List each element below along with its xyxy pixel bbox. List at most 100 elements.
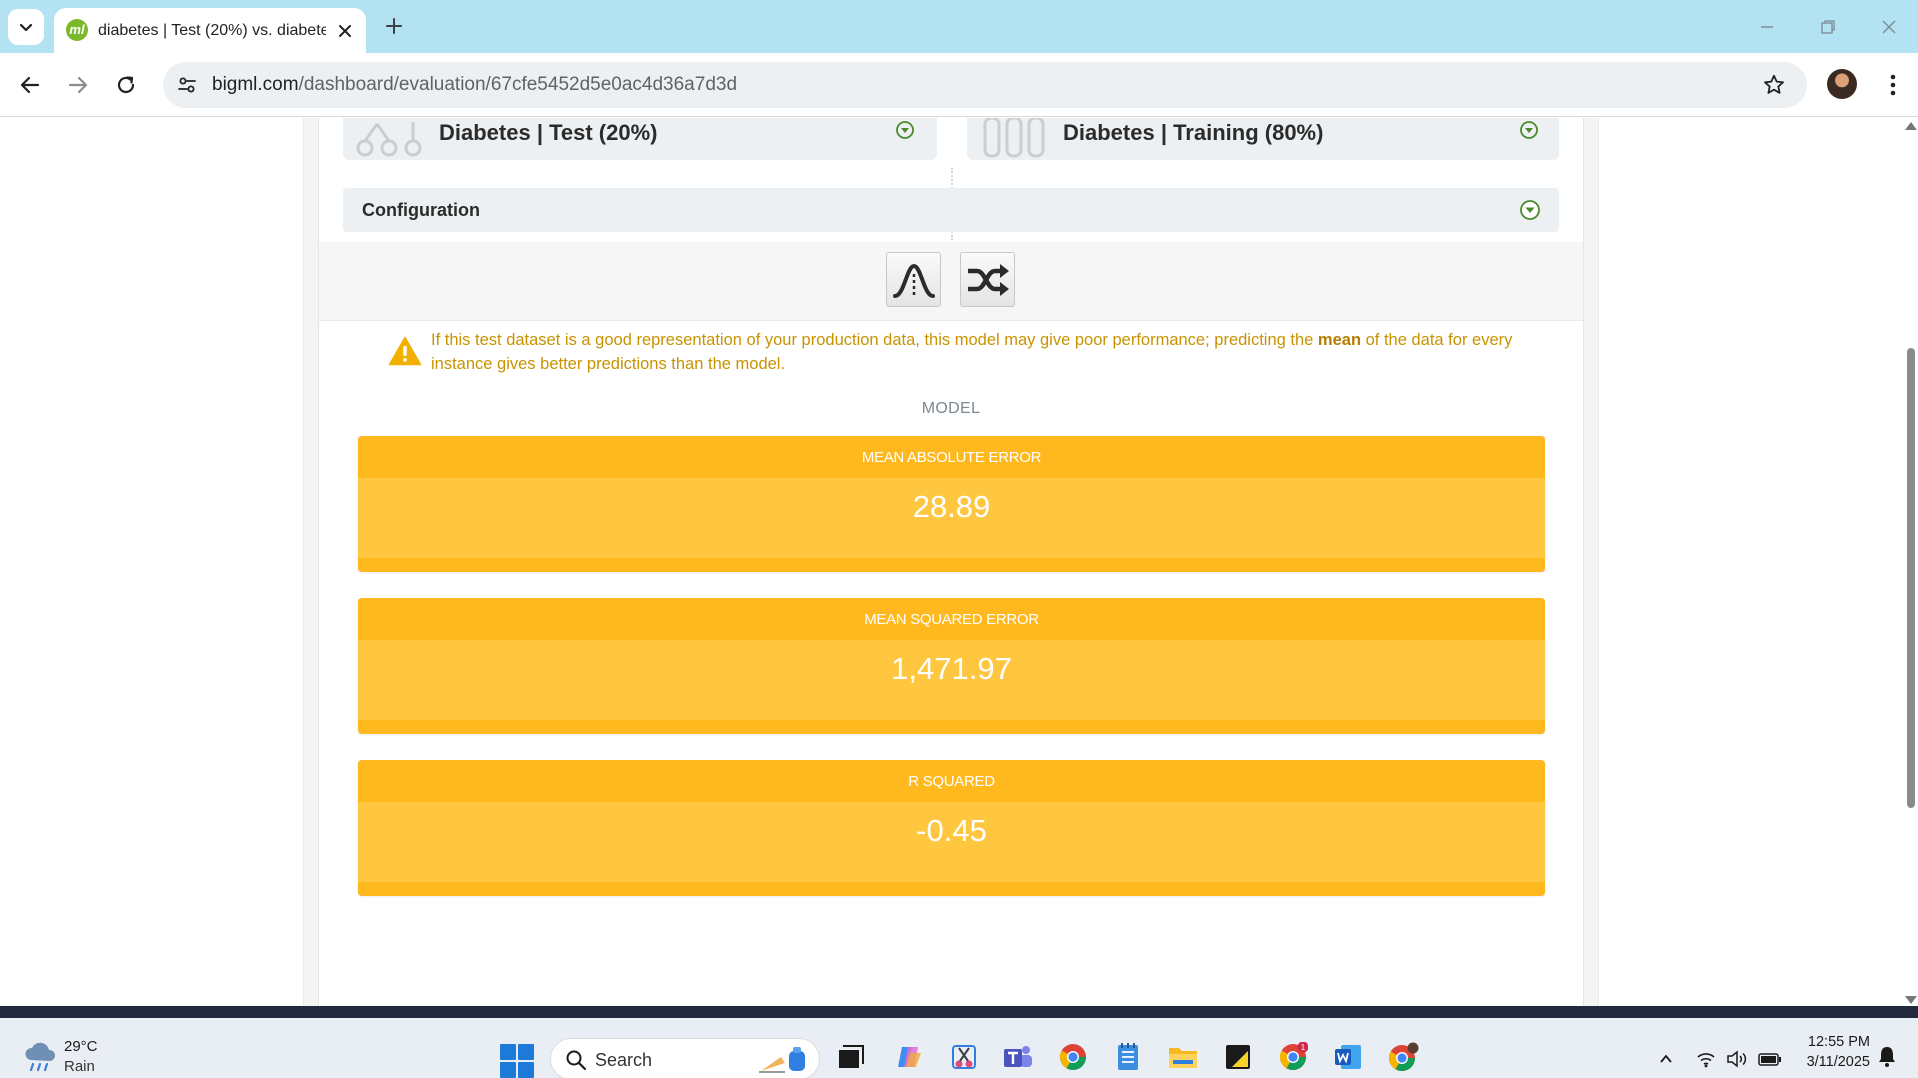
minimize-button[interactable] bbox=[1752, 12, 1782, 42]
windows-start-icon[interactable] bbox=[500, 1044, 534, 1078]
address-bar[interactable]: bigml.com/dashboard/evaluation/67cfe5452… bbox=[163, 62, 1807, 108]
task-view-glyph-icon bbox=[839, 1045, 864, 1068]
arrow-left-icon bbox=[20, 76, 40, 94]
word-icon[interactable] bbox=[1331, 1040, 1365, 1074]
warning-emphasis: mean bbox=[1317, 331, 1362, 349]
url-text[interactable]: bigml.com/dashboard/evaluation/67cfe5452… bbox=[212, 62, 737, 108]
expand-toggle-icon[interactable] bbox=[1519, 199, 1541, 221]
clock-time: 12:55 PM bbox=[1807, 1034, 1870, 1050]
distribution-icon bbox=[892, 263, 935, 298]
chrome-active-icon[interactable] bbox=[1386, 1040, 1420, 1074]
star-icon bbox=[1764, 74, 1784, 94]
battery-glyph-icon bbox=[1758, 1053, 1781, 1066]
scrollbar-thumb[interactable] bbox=[1907, 348, 1915, 808]
more-vertical-icon bbox=[1890, 74, 1896, 96]
tab-title: diabetes | Test (20%) vs. diabetes | Tra… bbox=[98, 22, 326, 39]
configuration-panel-header[interactable]: Configuration bbox=[343, 188, 1559, 232]
training-dataset-card[interactable]: Diabetes | Training (80%) bbox=[967, 118, 1559, 160]
site-info-button[interactable] bbox=[173, 71, 201, 99]
copilot-icon[interactable] bbox=[892, 1040, 926, 1074]
sticky-notes-icon[interactable] bbox=[1221, 1040, 1255, 1074]
sticky-note-glyph-icon bbox=[1226, 1045, 1250, 1069]
tune-icon bbox=[178, 77, 196, 93]
metric-label: MEAN ABSOLUTE ERROR bbox=[358, 436, 1545, 478]
system-clock[interactable]: 12:55 PM 3/11/2025 bbox=[1790, 1032, 1870, 1072]
metric-footer bbox=[358, 882, 1545, 896]
restore-button[interactable] bbox=[1813, 12, 1843, 42]
search-placeholder: Search bbox=[595, 1050, 653, 1070]
browser-tab-active[interactable]: ml diabetes | Test (20%) vs. diabetes | … bbox=[54, 8, 366, 53]
profile-avatar[interactable] bbox=[1827, 69, 1857, 99]
test-dataset-card[interactable]: Diabetes | Test (20%) bbox=[343, 118, 937, 160]
taskbar-search[interactable]: Search bbox=[550, 1038, 820, 1078]
shuffle-button[interactable] bbox=[960, 252, 1015, 307]
battery-icon[interactable] bbox=[1756, 1044, 1784, 1074]
close-window-button[interactable] bbox=[1874, 12, 1904, 42]
chrome-icon[interactable] bbox=[1056, 1040, 1090, 1074]
plus-icon bbox=[386, 18, 402, 34]
windows-taskbar: 29°C Rain Search 1 12:55 PM 3/11/2025 bbox=[0, 1006, 1918, 1078]
page-scrollbar[interactable] bbox=[1902, 118, 1918, 1006]
clock-date: 3/11/2025 bbox=[1806, 1054, 1870, 1070]
tab-search-button[interactable] bbox=[8, 9, 44, 45]
browser-toolbar: bigml.com/dashboard/evaluation/67cfe5452… bbox=[0, 53, 1918, 117]
copilot-glyph-icon bbox=[898, 1047, 921, 1067]
new-tab-button[interactable] bbox=[382, 14, 406, 38]
task-view-icon[interactable] bbox=[834, 1040, 868, 1074]
scroll-up-arrow-icon[interactable] bbox=[1905, 122, 1917, 130]
folder-icon bbox=[1169, 1048, 1197, 1068]
close-icon bbox=[1882, 20, 1896, 34]
url-path: /dashboard/evaluation/67cfe5452d5e0ac4d3… bbox=[298, 74, 738, 95]
file-explorer-icon[interactable] bbox=[1166, 1040, 1200, 1074]
weather-widget[interactable]: 29°C Rain bbox=[22, 1036, 142, 1078]
configuration-title: Configuration bbox=[362, 200, 480, 220]
metric-footer bbox=[358, 720, 1545, 734]
warning-text-before: If this test dataset is a good represent… bbox=[431, 331, 1318, 349]
metric-value: -0.45 bbox=[916, 813, 987, 848]
expand-toggle-icon[interactable] bbox=[895, 120, 915, 140]
model-tree-icon bbox=[356, 122, 422, 157]
weather-condition: Rain bbox=[64, 1058, 95, 1075]
browser-titlebar: ml diabetes | Test (20%) vs. diabetes | … bbox=[0, 0, 1918, 53]
metric-card-r-squared: R SQUARED -0.45 bbox=[358, 760, 1545, 896]
notification-bell-icon[interactable] bbox=[1876, 1044, 1898, 1068]
tab-close-button[interactable] bbox=[334, 20, 356, 42]
chevron-down-icon bbox=[19, 23, 33, 32]
word-glyph-icon bbox=[1335, 1045, 1361, 1069]
arrow-right-icon bbox=[68, 76, 88, 94]
shuffle-icon bbox=[967, 263, 1009, 296]
forward-button[interactable] bbox=[60, 67, 96, 103]
metric-value: 1,471.97 bbox=[891, 651, 1012, 686]
back-button[interactable] bbox=[12, 67, 48, 103]
volume-icon[interactable] bbox=[1724, 1044, 1750, 1074]
reload-button[interactable] bbox=[108, 67, 144, 103]
rain-cloud-icon bbox=[25, 1042, 56, 1072]
notepad-icon[interactable] bbox=[1111, 1040, 1145, 1074]
teams-icon[interactable] bbox=[1001, 1040, 1035, 1074]
metric-value: 28.89 bbox=[912, 489, 991, 524]
browser-menu-button[interactable] bbox=[1876, 67, 1910, 103]
search-highlight-icon bbox=[759, 1047, 805, 1073]
distribution-button[interactable] bbox=[886, 252, 941, 307]
metric-label: MEAN SQUARED ERROR bbox=[358, 598, 1545, 640]
metric-card-mean-squared-error: MEAN SQUARED ERROR 1,471.97 bbox=[358, 598, 1545, 734]
show-hidden-icons-button[interactable] bbox=[1654, 1044, 1678, 1074]
reload-icon bbox=[117, 76, 135, 94]
close-icon bbox=[339, 25, 351, 37]
search-icon bbox=[566, 1050, 587, 1071]
scroll-down-arrow-icon[interactable] bbox=[1905, 996, 1917, 1004]
test-dataset-name[interactable]: Diabetes | Test (20%) bbox=[439, 120, 658, 146]
metric-footer bbox=[358, 558, 1545, 572]
expand-toggle-icon[interactable] bbox=[1519, 120, 1539, 140]
wifi-icon[interactable] bbox=[1694, 1044, 1718, 1074]
metric-label: R SQUARED bbox=[358, 760, 1545, 802]
snipping-tool-icon[interactable] bbox=[947, 1040, 981, 1074]
training-dataset-name[interactable]: Diabetes | Training (80%) bbox=[1063, 120, 1323, 146]
evaluation-actions bbox=[319, 242, 1583, 321]
wifi-glyph-icon bbox=[1697, 1053, 1715, 1068]
bookmark-button[interactable] bbox=[1761, 72, 1787, 98]
weather-temperature: 29°C bbox=[64, 1038, 98, 1055]
minimize-icon bbox=[1761, 26, 1773, 28]
teams-glyph-icon bbox=[1004, 1046, 1032, 1067]
chrome-profile-icon[interactable]: 1 bbox=[1276, 1040, 1310, 1074]
